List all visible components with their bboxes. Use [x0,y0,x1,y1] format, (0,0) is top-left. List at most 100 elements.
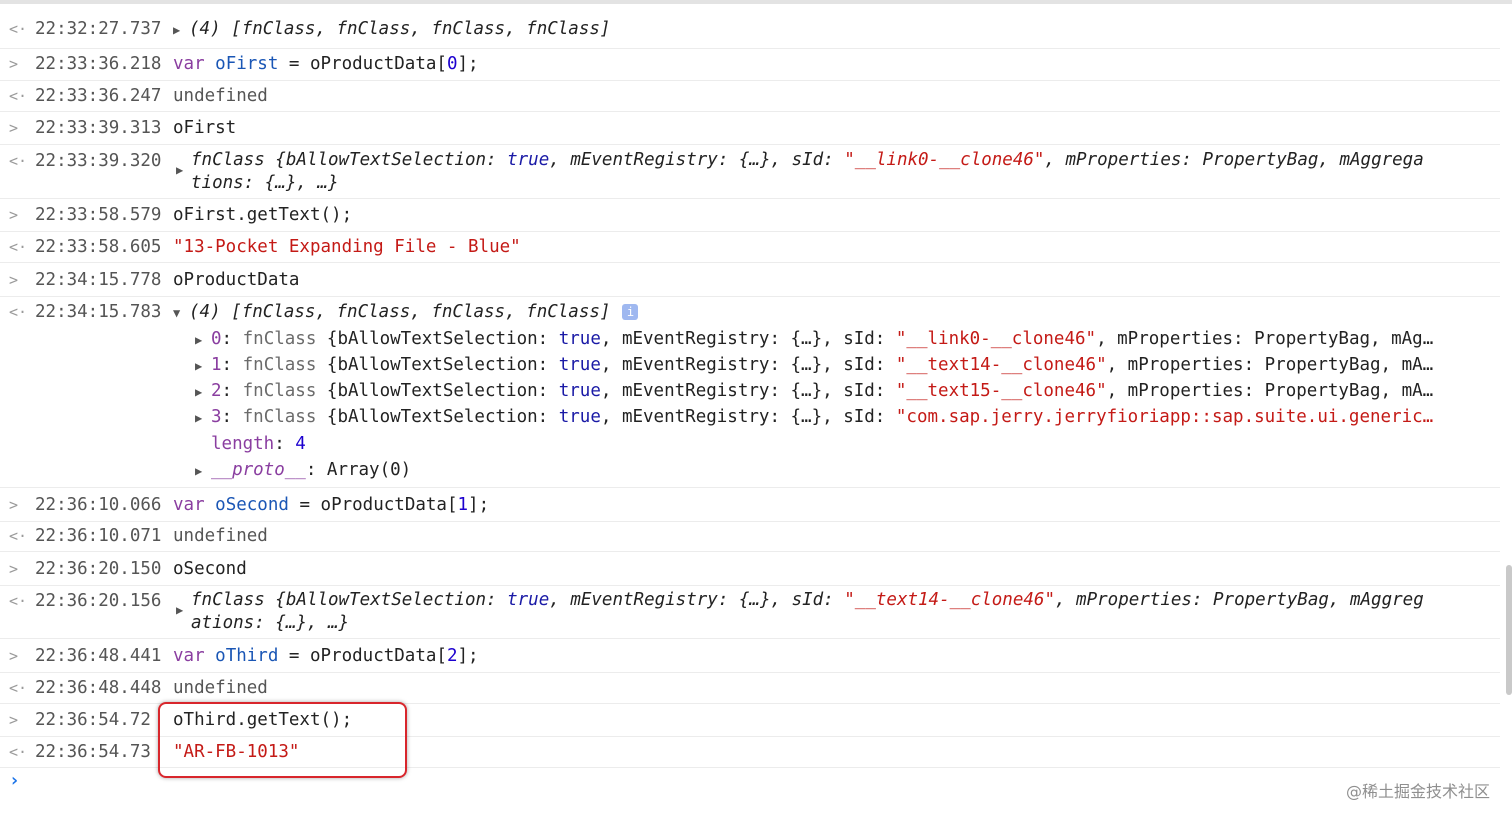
input-expression: oFirst.getText(); [173,205,353,225]
keyword: var [173,495,205,515]
return-arrow-icon: <· [9,238,28,256]
input-expression: oFirst [173,118,237,138]
separator: : [221,355,243,375]
console-output-row: <· 22:36:10.071 undefined [0,521,1500,552]
output-value: undefined [173,526,268,546]
return-arrow-icon: <· [9,152,28,170]
triangle-right-icon[interactable]: ▶ [173,15,189,45]
expression: oProductData[ [320,495,458,515]
expression-end: ]; [457,54,479,74]
operator: = [278,54,310,74]
separator: : [221,407,243,427]
class-name: fnClass [242,407,317,427]
console-input-row[interactable]: > 22:33:36.218 var oFirst = oProductData… [0,49,1500,81]
triangle-right-icon[interactable]: ▶ [176,163,192,177]
object-text: , mProperties: PropertyBag, mAggreg [1054,590,1424,610]
return-arrow-icon: <· [9,87,28,105]
operator: = [278,646,310,666]
string-value: "__text15-__clone46" [895,381,1107,401]
triangle-right-icon[interactable]: ▶ [176,603,192,617]
object-preview[interactable]: fnClass {bAllowTextSelection: true, mEve… [191,589,1424,611]
property-value: Array(0) [326,460,412,480]
timestamp: 22:34:15.783 [35,302,162,322]
class-name: fnClass [242,355,317,375]
boolean-value: true [558,355,601,375]
separator: : [305,460,327,480]
array-child-item[interactable]: ▶ 2: fnClass {bAllowTextSelection: true, … [195,378,1433,405]
console-output-row: <· 22:33:36.247 undefined [0,81,1500,112]
object-text: , mEventRegistry: {…}, sId: [600,407,896,427]
triangle-down-icon[interactable]: ▼ [173,298,189,328]
boolean-value: true [558,381,601,401]
timestamp: 22:33:36.247 [35,86,162,106]
timestamp: 22:33:36.218 [35,54,162,74]
array-child-item[interactable]: ▶ 1: fnClass {bAllowTextSelection: true, … [195,352,1433,379]
timestamp: 22:36:48.441 [35,646,162,666]
console-input-row[interactable]: > 22:36:48.441 var oThird = oProductData… [0,641,1500,673]
string-value: "com.sap.jerry.jerryfioriapp::sap.suite.… [895,407,1434,427]
console-output-row[interactable]: <· 22:33:39.320 ▶ fnClass {bAllowTextSel… [0,146,1500,199]
object-text: {bAllowTextSelection: [316,355,559,375]
timestamp: 22:36:54.72 [35,710,151,730]
array-count: (4) [189,19,221,39]
property-value: 4 [295,434,306,454]
output-string: "13-Pocket Expanding File - Blue" [173,237,521,257]
console-output-row[interactable]: <· 22:32:27.737 ▶ (4) [fnClass, fnClass, … [0,14,1500,49]
input-expression: oProductData [173,270,300,290]
operator: = [288,495,321,515]
return-arrow-icon: <· [9,592,28,610]
array-preview[interactable]: ▶ (4) [fnClass, fnClass, fnClass, fnClass… [173,14,610,45]
boolean-value: true [558,329,601,349]
triangle-right-icon[interactable]: ▶ [195,379,211,405]
triangle-right-icon[interactable]: ▶ [195,405,211,431]
console-input-row[interactable]: > 22:36:20.150 oSecond [0,554,1500,586]
array-items: [fnClass, fnClass, fnClass, fnClass] [231,302,611,322]
array-child-item[interactable]: ▶ 3: fnClass {bAllowTextSelection: true, … [195,404,1433,431]
console-input-row[interactable]: > 22:34:15.778 oProductData [0,265,1500,297]
array-length-property: length: 4 [211,431,306,457]
array-index: 2 [211,381,222,401]
input-expression: var oFirst = oProductData[0]; [173,49,479,79]
console-output-row[interactable]: <· 22:36:20.156 ▶ fnClass {bAllowTextSel… [0,586,1500,639]
timestamp: 22:36:48.448 [35,678,162,698]
array-index: 3 [211,407,222,427]
chevron-right-icon: > [9,271,19,289]
console-input-row[interactable]: > 22:33:39.313 oFirst [0,113,1500,145]
boolean-value: true [558,407,601,427]
triangle-right-icon[interactable]: ▶ [195,327,211,353]
input-expression: var oSecond = oProductData[1]; [173,490,489,520]
triangle-right-icon[interactable]: ▶ [195,353,211,379]
boolean-value: true [507,590,550,610]
vertical-scrollbar[interactable] [1506,565,1512,695]
console-input-row[interactable]: > 22:36:10.066 var oSecond = oProductDat… [0,490,1500,522]
return-arrow-icon: <· [9,743,28,761]
info-icon[interactable]: i [622,304,639,320]
input-expression: oSecond [173,559,247,579]
object-text: , mEventRegistry: {…}, sId: [600,355,896,375]
console-prompt-chevron-icon[interactable]: › [9,770,20,791]
object-preview-continued: ations: {…}, …} [191,613,350,633]
timestamp: 22:33:39.313 [35,118,162,138]
class-name: fnClass [191,590,265,610]
highlight-box [158,702,407,778]
object-text: {bAllowTextSelection: [316,407,559,427]
triangle-right-icon[interactable]: ▶ [195,458,211,484]
array-items: [fnClass, fnClass, fnClass, fnClass] [231,19,611,39]
object-text: , mEventRegistry: {…}, sId: [600,381,896,401]
object-preview[interactable]: fnClass {bAllowTextSelection: true, mEve… [191,149,1424,171]
console-output-row-expanded[interactable]: <· 22:34:15.783 ▼ (4) [fnClass, fnClass, … [0,297,1500,488]
index-number: 0 [446,54,458,74]
array-proto-property[interactable]: ▶ __proto__: Array(0) [195,457,411,484]
array-preview[interactable]: ▼ (4) [fnClass, fnClass, fnClass, fnClass… [173,297,639,328]
return-arrow-icon: <· [9,303,28,321]
array-index: 0 [211,329,222,349]
array-child-item[interactable]: ▶ 0: fnClass {bAllowTextSelection: true, … [195,326,1433,353]
timestamp: 22:33:58.579 [35,205,162,225]
console-input-row[interactable]: > 22:33:58.579 oFirst.getText(); [0,200,1500,232]
string-value: "__link0-__clone46" [895,329,1097,349]
keyword: var [173,54,205,74]
expression: oProductData[ [309,646,447,666]
object-text: , mProperties: PropertyBag, mA… [1106,381,1434,401]
chevron-right-icon: > [9,119,19,137]
index-number: 1 [457,495,469,515]
